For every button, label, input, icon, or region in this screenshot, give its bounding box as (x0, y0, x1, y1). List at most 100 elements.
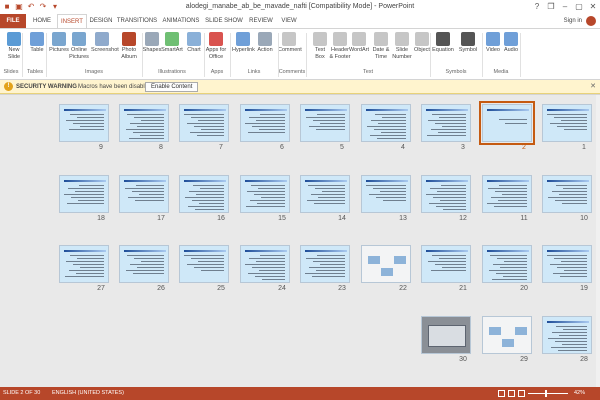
slide-text-line (200, 188, 224, 189)
help-button[interactable]: ? (530, 0, 544, 14)
photo-album-button[interactable]: Photo Album (118, 32, 140, 60)
slide-text-line (490, 255, 527, 256)
zoom-level[interactable]: 42% (574, 387, 585, 400)
slide-sorter[interactable]: 1 2 3 4 5 6 7 8 9 10 11 12 13 14 15 16 17 18 19 20 21 22 23 24 2… (0, 95, 596, 387)
pictures-button[interactable]: Pictures (48, 32, 70, 54)
slide-thumbnail[interactable] (479, 101, 535, 145)
slide-number-label: 10 (580, 215, 588, 222)
slide-thumbnail[interactable] (59, 104, 109, 142)
date-time-button[interactable]: Date & Time (370, 32, 392, 60)
slide-thumbnail[interactable] (421, 245, 471, 283)
slide-thumbnail[interactable] (300, 175, 350, 213)
undo-icon[interactable]: ↶ (26, 2, 36, 12)
hyperlink-button[interactable]: Hyperlink (232, 32, 255, 54)
slide-thumbnail[interactable] (482, 316, 532, 354)
slide-thumbnail[interactable] (179, 175, 229, 213)
slide-thumbnail[interactable] (361, 245, 411, 283)
shapes-button[interactable]: Shapes (141, 32, 163, 54)
vertical-scrollbar[interactable] (596, 95, 600, 387)
close-warning-icon[interactable]: ✕ (590, 80, 596, 94)
slide-thumbnail[interactable] (421, 175, 471, 213)
slide-thumbnail[interactable] (300, 104, 350, 142)
redo-icon[interactable]: ↷ (38, 2, 48, 12)
slide-text-line (557, 126, 587, 127)
slide-thumbnail[interactable] (482, 175, 532, 213)
save-icon[interactable]: ▣ (14, 2, 24, 12)
slide-thumbnail[interactable] (542, 316, 592, 354)
slide-header-bar (547, 109, 589, 111)
slide-text-line (136, 185, 164, 186)
slide-thumbnail[interactable] (179, 104, 229, 142)
tab-review[interactable]: REVIEW (246, 14, 276, 28)
tab-slide-show[interactable]: SLIDE SHOW (204, 14, 244, 28)
slide-thumbnail[interactable] (542, 245, 592, 283)
table-button[interactable]: Table (26, 32, 48, 54)
slide-thumbnail[interactable] (59, 245, 109, 283)
slide-thumbnail[interactable] (421, 316, 471, 354)
slide-text-line (184, 114, 224, 115)
slide-text-line (320, 123, 345, 124)
slide-text-line (77, 258, 104, 259)
slide-thumbnail[interactable] (482, 245, 532, 283)
tab-view[interactable]: VIEW (278, 14, 300, 28)
slide-text-line (126, 129, 164, 130)
slide-thumbnail[interactable] (240, 175, 290, 213)
slide-number-label: 12 (459, 215, 467, 222)
tab-insert[interactable]: INSERT (57, 14, 87, 28)
online-pictures-button[interactable]: Online Pictures (68, 32, 90, 60)
slide-text-line (70, 114, 104, 115)
wordart-button[interactable]: WordArt (348, 32, 370, 54)
smartart-button[interactable]: SmartArt (161, 32, 183, 54)
tab-design[interactable]: DESIGN (88, 14, 114, 28)
slide-thumbnail[interactable] (361, 104, 411, 142)
close-button[interactable]: ✕ (586, 0, 600, 14)
apps-for-office-button[interactable]: Apps for Office (205, 32, 227, 60)
group-links: Links (247, 69, 261, 75)
slide-thumbnail[interactable] (59, 175, 109, 213)
slide-thumbnail[interactable] (240, 104, 290, 142)
normal-view-icon[interactable] (498, 390, 505, 397)
ribbon-display-button[interactable]: ❐ (544, 0, 558, 14)
slide-thumbnail[interactable] (119, 245, 169, 283)
tab-file[interactable]: FILE (0, 14, 26, 28)
security-warning-message: Macros have been disabled. (78, 84, 154, 90)
chart-button[interactable]: Chart (183, 32, 205, 54)
tab-home[interactable]: HOME (28, 14, 56, 28)
slide-thumbnail[interactable] (361, 175, 411, 213)
action-button[interactable]: Action (254, 32, 276, 54)
slide-number-label: 13 (399, 215, 407, 222)
reading-view-icon[interactable] (518, 390, 525, 397)
slide-thumbnail[interactable] (119, 104, 169, 142)
language-indicator[interactable]: ENGLISH (UNITED STATES) (52, 387, 124, 400)
enable-content-button[interactable]: Enable Content (145, 82, 199, 92)
equation-button[interactable]: Equation (432, 32, 454, 54)
comment-button[interactable]: Comment (278, 32, 302, 54)
screenshot-button[interactable]: Screenshot (91, 32, 119, 54)
maximize-button[interactable]: ▢ (572, 0, 586, 14)
slide-number-label: 9 (99, 144, 103, 151)
zoom-slider-thumb[interactable] (545, 390, 547, 397)
slide-thumbnail[interactable] (240, 245, 290, 283)
slide-thumbnail[interactable] (119, 175, 169, 213)
symbol-button[interactable]: Symbol (457, 32, 479, 54)
slide-header-bar (547, 180, 589, 182)
slide-text-line (504, 261, 527, 262)
audio-button[interactable]: Audio (500, 32, 522, 54)
zoom-slider[interactable] (528, 390, 568, 397)
sign-in-link[interactable]: Sign in (564, 14, 582, 28)
slide-thumbnail[interactable] (542, 104, 592, 142)
slide-header-bar (64, 180, 106, 182)
avatar[interactable] (586, 16, 596, 26)
text-box-button[interactable]: Text Box (309, 32, 331, 60)
slide-thumbnail[interactable] (179, 245, 229, 283)
slide-number-button[interactable]: Slide Number (391, 32, 413, 60)
slide-thumbnail[interactable] (421, 104, 471, 142)
slide-thumbnail[interactable] (542, 175, 592, 213)
slide-sorter-view-icon[interactable] (508, 390, 515, 397)
tab-transitions[interactable]: TRANSITIONS (116, 14, 158, 28)
minimize-button[interactable]: – (558, 0, 572, 14)
slide-thumbnail[interactable] (300, 245, 350, 283)
customize-qat-icon[interactable]: ▾ (50, 2, 60, 12)
tab-animations[interactable]: ANIMATIONS (160, 14, 202, 28)
equation-icon (436, 32, 450, 46)
